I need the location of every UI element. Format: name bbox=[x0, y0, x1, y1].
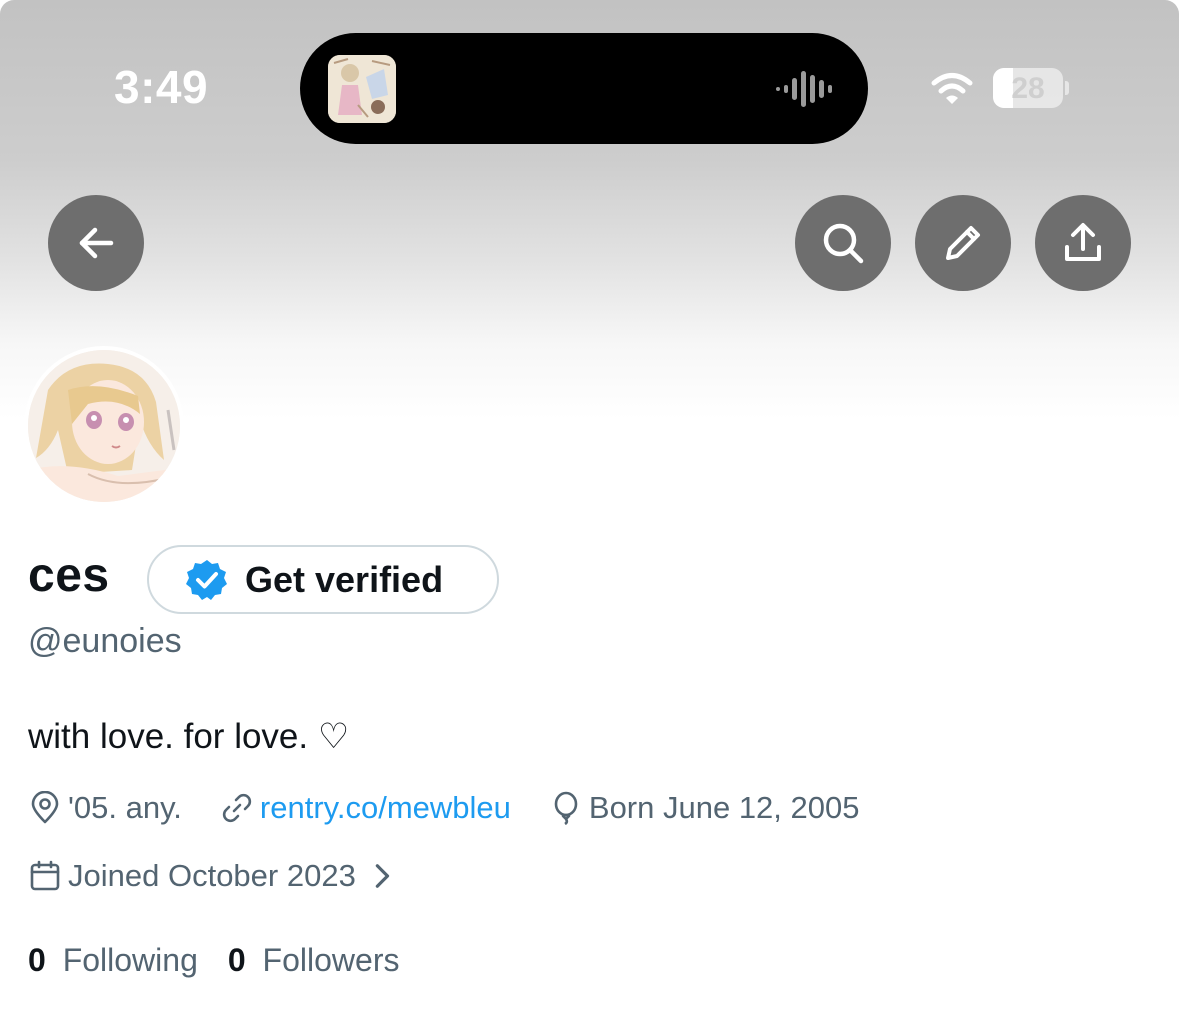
profile-bio: with love. for love. ♡ bbox=[28, 717, 350, 756]
pencil-icon bbox=[946, 226, 980, 260]
joined-item[interactable]: Joined October 2023 bbox=[28, 858, 406, 894]
dynamic-island[interactable] bbox=[300, 33, 868, 144]
followers-count: 0 bbox=[227, 942, 246, 978]
profile-handle: @eunoies bbox=[28, 622, 182, 660]
back-arrow-icon bbox=[79, 227, 114, 259]
display-name: ces bbox=[28, 549, 110, 602]
birthday-item: Born June 12, 2005 bbox=[549, 790, 860, 826]
followers-label: Followers bbox=[262, 942, 400, 978]
location-text: '05. any. bbox=[68, 790, 182, 825]
website-item[interactable]: rentry.co/mewbleu bbox=[220, 790, 511, 826]
wifi-icon bbox=[931, 73, 973, 104]
profile-avatar[interactable] bbox=[24, 346, 184, 506]
now-playing-artwork[interactable] bbox=[328, 55, 396, 123]
followers-link[interactable]: 0 Followers bbox=[228, 942, 400, 979]
chevron-right-icon bbox=[375, 864, 389, 888]
share-button[interactable] bbox=[1035, 195, 1131, 291]
status-time: 3:49 bbox=[114, 61, 209, 113]
follow-stats: 0 Following 0 Followers bbox=[28, 942, 429, 979]
battery-level: 28 bbox=[1011, 72, 1045, 105]
back-button[interactable] bbox=[48, 195, 144, 291]
location-pin-icon bbox=[31, 791, 59, 824]
website-link[interactable]: rentry.co/mewbleu bbox=[260, 790, 511, 826]
balloon-icon bbox=[554, 791, 578, 825]
profile-banner: 3:49 28 bbox=[0, 0, 1179, 420]
following-link[interactable]: 0 Following bbox=[28, 942, 198, 979]
calendar-icon bbox=[30, 860, 60, 891]
search-button[interactable] bbox=[795, 195, 891, 291]
birthday-text: Born June 12, 2005 bbox=[588, 790, 860, 825]
get-verified-label: Get verified bbox=[245, 558, 444, 600]
get-verified-button[interactable]: Get verified bbox=[147, 545, 499, 614]
audio-waveform-icon bbox=[776, 71, 832, 107]
battery-icon: 28 bbox=[993, 68, 1069, 108]
profile-screen: 3:49 28 ces Get verified @eunoies with l… bbox=[0, 0, 1179, 1025]
location-item: '05. any. bbox=[28, 790, 182, 826]
edit-button[interactable] bbox=[915, 195, 1011, 291]
verified-badge-icon bbox=[186, 559, 227, 600]
link-icon bbox=[222, 793, 252, 823]
share-upload-icon bbox=[1065, 223, 1101, 261]
search-icon bbox=[823, 223, 864, 264]
profile-meta-row: '05. any. rentry.co/mewbleu Born June 12… bbox=[28, 790, 898, 826]
avatar-illustration bbox=[28, 350, 180, 502]
joined-text: Joined October 2023 bbox=[68, 858, 356, 893]
following-label: Following bbox=[62, 942, 198, 978]
joined-row[interactable]: Joined October 2023 bbox=[28, 858, 406, 894]
following-count: 0 bbox=[28, 942, 46, 978]
